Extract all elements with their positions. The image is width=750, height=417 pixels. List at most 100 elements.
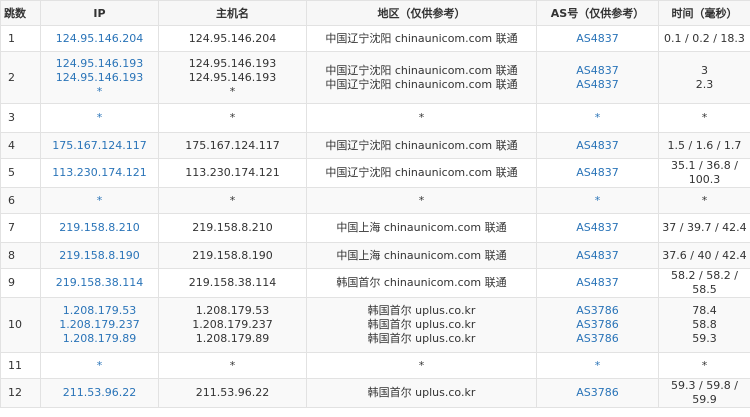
latency: 2.3 [695,77,714,91]
region-cell: 中国辽宁沈阳 chinaunicom.com 联通 中国辽宁沈阳 chinauni… [306,51,537,104]
as-number-cell: AS3786 [536,378,659,408]
region: 韩国首尔 uplus.co.kr [367,332,476,345]
ip-address-link[interactable]: 1.208.179.89 [41,332,158,346]
ip-address-link[interactable]: 124.95.146.204 [41,32,158,46]
header-hostname: 主机名 [158,0,307,26]
hostname-cell: 219.158.8.210 [158,213,307,243]
latency-cell: 78.4 58.8 59.3 [658,297,750,353]
ip-address-link[interactable]: 113.230.174.121 [41,166,158,180]
region: 中国上海 chinaunicom.com 联通 [336,221,507,234]
region: 韩国首尔 uplus.co.kr [367,386,476,399]
as-number-link[interactable]: AS3786 [537,386,658,400]
as-number-link[interactable]: AS4837 [537,166,658,180]
ip-address-link[interactable]: 219.158.8.190 [41,249,158,263]
ip-address-cell: 175.167.124.117 [40,132,159,159]
ip-address-cell: 124.95.146.193 124.95.146.193 * [40,51,159,104]
hop-number: 2 [0,51,41,104]
latency: * [701,193,708,207]
table-row: 11 * * * * * [0,352,750,379]
region: 韩国首尔 uplus.co.kr [367,318,476,331]
as-number-link[interactable]: AS4837 [537,221,658,235]
hop-number: 5 [0,158,41,188]
ip-address-cell: * [40,187,159,214]
hop-number: 3 [0,103,41,133]
region: 中国辽宁沈阳 chinaunicom.com 联通 [325,63,518,77]
region: 韩国首尔 uplus.co.kr [367,304,476,317]
latency: 58.8 [692,318,717,331]
table-row: 3 * * * * * [0,103,750,133]
region: 中国上海 chinaunicom.com 联通 [336,248,507,262]
region: 中国辽宁沈阳 chinaunicom.com 联通 [325,31,518,45]
latency-cell: 37.6 / 40 / 42.4 [658,242,750,269]
hop-number: 11 [0,352,41,379]
as-number-link[interactable]: AS4837 [537,249,658,263]
hostname-cell: 211.53.96.22 [158,378,307,408]
hostname-cell: * [158,187,307,214]
as-number-cell: AS4837 [536,242,659,269]
as-number-link[interactable]: AS3786 [537,332,658,346]
hostname: 124.95.146.193 [188,56,277,70]
as-number-link[interactable]: AS4837 [537,32,658,46]
as-number-link[interactable]: AS4837 [537,64,658,78]
as-number-link[interactable]: AS4837 [537,139,658,153]
hostname: 124.95.146.193 [188,70,277,84]
ip-address-cell: * [40,103,159,133]
latency: 35.1 / 36.8 / 100.3 [671,159,738,186]
table-row: 12 211.53.96.22 211.53.96.22 韩国首尔 uplus.co.… [0,378,750,408]
latency: 78.4 [692,304,717,317]
hostname: 211.53.96.22 [195,386,270,399]
ip-address-link[interactable]: 124.95.146.193 [41,71,158,85]
region: * [418,193,425,207]
region-cell: 韩国首尔 chinaunicom.com 联通 [306,268,537,298]
as-number-link[interactable]: AS4837 [537,78,658,92]
ip-address-link[interactable]: 1.208.179.53 [41,304,158,318]
hop-number: 6 [0,187,41,214]
ip-address-link[interactable]: 219.158.38.114 [41,276,158,290]
hostname: * [229,84,236,98]
latency: 3 [701,63,708,77]
region-cell: 中国辽宁沈阳 chinaunicom.com 联通 [306,158,537,188]
as-number-link[interactable]: AS4837 [537,276,658,290]
as-number-link[interactable]: AS3786 [537,304,658,318]
ip-address: * [96,193,103,207]
hostname: 1.208.179.53 [195,304,270,317]
table-row: 4 175.167.124.117 175.167.124.117 中国辽宁沈阳 ch… [0,132,750,159]
region-cell: 中国辽宁沈阳 chinaunicom.com 联通 [306,25,537,52]
latency-cell: 0.1 / 0.2 / 18.3 [658,25,750,52]
latency-cell: 37 / 39.7 / 42.4 [658,213,750,243]
hop-number: 4 [0,132,41,159]
ip-address-link[interactable]: 219.158.8.210 [41,221,158,235]
ip-address-cell: * [40,352,159,379]
latency: 37.6 / 40 / 42.4 [662,248,747,262]
ip-address-cell: 219.158.8.190 [40,242,159,269]
hostname-cell: 124.95.146.204 [158,25,307,52]
region: * [418,111,425,124]
as-number-link[interactable]: AS3786 [537,318,658,332]
as-number: * [594,193,601,207]
table-row: 2 124.95.146.193 124.95.146.193 * 124.95.146… [0,51,750,104]
table-body: 1 124.95.146.204 124.95.146.204 中国辽宁沈阳 chin… [0,25,750,408]
region-cell: 中国上海 chinaunicom.com 联通 [306,213,537,243]
table-row: 10 1.208.179.53 1.208.179.237 1.208.179.89 1… [0,297,750,353]
ip-address: * [96,358,103,372]
ip-address-link[interactable]: 211.53.96.22 [41,386,158,400]
region-cell: 中国辽宁沈阳 chinaunicom.com 联通 [306,132,537,159]
hostname: 219.158.8.190 [192,248,273,262]
ip-address-link[interactable]: 124.95.146.193 [41,57,158,71]
ip-address-link[interactable]: 175.167.124.117 [41,139,158,153]
hostname-cell: 219.158.38.114 [158,268,307,298]
table-row: 1 124.95.146.204 124.95.146.204 中国辽宁沈阳 chin… [0,25,750,52]
latency-cell: 1.5 / 1.6 / 1.7 [658,132,750,159]
latency: 59.3 [692,332,717,345]
latency-cell: 35.1 / 36.8 / 100.3 [658,158,750,188]
region: * [418,358,425,372]
latency-cell: 3 2.3 [658,51,750,104]
latency: * [701,111,708,124]
hostname: 219.158.38.114 [188,276,277,289]
table-row: 6 * * * * * [0,187,750,214]
as-number-cell: AS4837 [536,213,659,243]
as-number-cell: AS4837 [536,268,659,298]
ip-address-link[interactable]: 1.208.179.237 [41,318,158,332]
hostname-cell: 113.230.174.121 [158,158,307,188]
latency: 1.5 / 1.6 / 1.7 [667,138,742,152]
